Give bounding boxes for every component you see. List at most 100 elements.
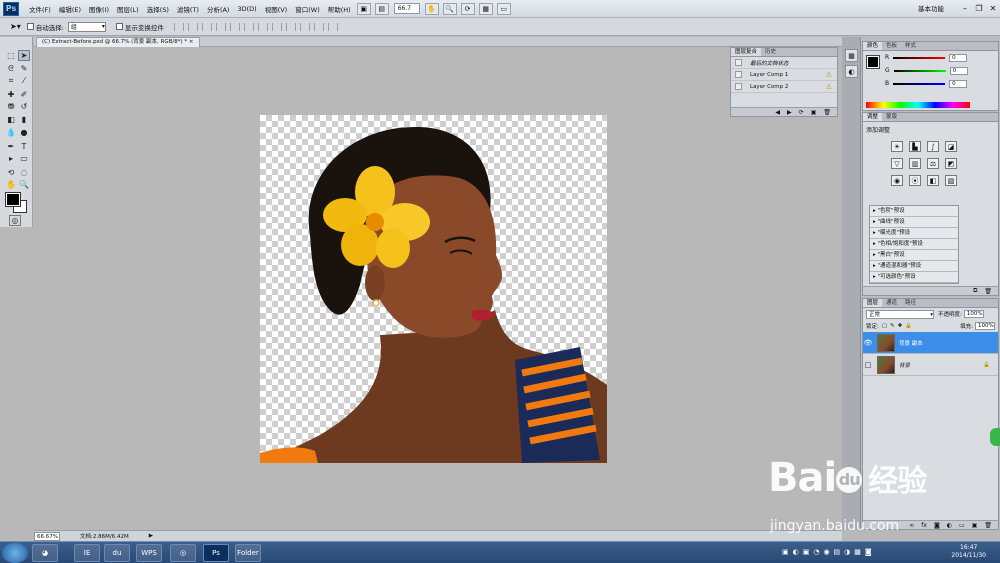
layer-row[interactable]: 👁 背景 副本 xyxy=(863,332,998,354)
new-layer-icon[interactable]: ▣ xyxy=(972,522,978,529)
new-item-icon[interactable]: ▣ xyxy=(811,109,817,116)
red-slider[interactable] xyxy=(893,56,946,59)
start-button[interactable] xyxy=(2,543,28,563)
tab-styles[interactable]: 样式 xyxy=(901,42,920,50)
menu-view[interactable]: 视图(V) xyxy=(261,4,292,14)
side-widget-icon[interactable] xyxy=(990,428,1000,446)
quick-select-tool-icon[interactable]: ✎ xyxy=(18,63,30,74)
quick-mask-icon[interactable]: ◎ xyxy=(9,215,21,226)
brush-preset-icon[interactable]: ◐ xyxy=(845,65,858,78)
align-icon[interactable] xyxy=(299,22,310,31)
app-icon-multicolor[interactable]: ◕ xyxy=(32,544,58,562)
link-icon[interactable]: ∞ xyxy=(909,522,914,529)
align-icon[interactable] xyxy=(215,22,226,31)
move-tool-icon[interactable]: ➤ xyxy=(18,50,30,61)
fill-field[interactable]: 100% xyxy=(975,322,995,330)
auto-select-checkbox[interactable] xyxy=(26,23,34,30)
marquee-tool-icon[interactable]: ⬚ xyxy=(5,50,17,61)
tab-history[interactable]: 历史 xyxy=(761,48,780,56)
delete-icon[interactable]: 🗑 xyxy=(823,109,831,116)
adjust-icon[interactable]: ◐ xyxy=(947,522,952,529)
eye-icon[interactable]: 👁 xyxy=(863,339,873,347)
levels-icon[interactable]: ▙ xyxy=(909,141,921,152)
menu-filter[interactable]: 滤镜(T) xyxy=(173,4,203,14)
history-brush-icon[interactable]: ↺ xyxy=(18,101,30,112)
color-spectrum[interactable] xyxy=(866,102,970,108)
tab-channels[interactable]: 通道 xyxy=(882,299,901,307)
menu-edit[interactable]: 编辑(E) xyxy=(55,4,85,14)
green-value[interactable]: 0 xyxy=(949,66,968,75)
restore-icon[interactable]: ❐ xyxy=(972,3,986,15)
ie-icon[interactable]: IE xyxy=(74,544,100,562)
menu-help[interactable]: 帮助(H) xyxy=(324,4,355,14)
list-item[interactable]: 最后的文档状态 xyxy=(731,57,837,69)
foreground-color-swatch[interactable] xyxy=(5,192,21,207)
align-icon[interactable] xyxy=(173,22,184,31)
gradient-tool-icon[interactable]: ▮ xyxy=(18,114,30,125)
3d-orbit-icon[interactable]: ◌ xyxy=(18,167,30,178)
curves-icon[interactable]: ∫ xyxy=(927,141,939,152)
align-icon[interactable] xyxy=(187,22,198,31)
clock[interactable]: 16:47 2014/11/30 xyxy=(951,544,986,560)
red-value[interactable]: 0 xyxy=(949,53,968,62)
align-icon[interactable] xyxy=(229,22,240,31)
close-icon[interactable]: ✕ xyxy=(986,3,1000,15)
menu-analysis[interactable]: 分析(A) xyxy=(203,4,234,14)
brightness-icon[interactable]: ☀ xyxy=(891,141,903,152)
tab-masks[interactable]: 蒙版 xyxy=(882,113,901,121)
align-icon[interactable] xyxy=(285,22,296,31)
close-tab-icon[interactable]: × xyxy=(189,39,194,45)
mask-icon[interactable]: ◙ xyxy=(934,522,940,529)
brush-tool-icon[interactable]: ✐ xyxy=(18,89,30,100)
invert-icon[interactable]: ◧ xyxy=(927,175,939,186)
move-tool-icon[interactable]: ➤▾ xyxy=(10,22,21,31)
auto-select-dropdown[interactable]: 组 ▾ xyxy=(67,21,106,32)
photoshop-task-icon[interactable]: Ps xyxy=(203,544,229,562)
comp-checkbox[interactable] xyxy=(735,71,742,78)
align-icon[interactable] xyxy=(257,22,268,31)
lock-icons[interactable]: ▢✎✚🔒 xyxy=(882,323,915,329)
menu-3d[interactable]: 3D(D) xyxy=(233,5,260,13)
type-tool-icon[interactable]: T xyxy=(18,141,30,152)
list-item[interactable]: ▸ "通道混和器"预设 xyxy=(870,261,958,272)
delete-icon[interactable]: 🗑 xyxy=(984,522,992,529)
clone-stamp-icon[interactable]: ⛃ xyxy=(5,101,17,112)
color-balance-icon[interactable]: ⚖ xyxy=(927,158,939,169)
view-extras-icon[interactable]: ▤ xyxy=(374,2,389,15)
list-item[interactable]: Layer Comp 1 ⚠ xyxy=(731,69,837,81)
align-icon[interactable] xyxy=(327,22,338,31)
zoom-tool-icon[interactable]: 🔍 xyxy=(442,2,457,15)
clip-icon[interactable]: ⧉ xyxy=(973,287,977,295)
healing-brush-icon[interactable]: ✚ xyxy=(5,89,17,100)
align-icon[interactable] xyxy=(243,22,254,31)
3d-rotate-icon[interactable]: ⟲ xyxy=(5,167,17,178)
tab-layers[interactable]: 图层 xyxy=(863,299,883,307)
posterize-icon[interactable]: ▧ xyxy=(945,175,957,186)
align-icon[interactable] xyxy=(313,22,324,31)
fx-icon[interactable]: fx xyxy=(921,522,927,529)
color-foreground-swatch[interactable] xyxy=(866,55,880,69)
previous-icon[interactable]: ◀ xyxy=(775,109,780,116)
align-icon[interactable] xyxy=(271,22,282,31)
palette-icon[interactable]: ▦ xyxy=(845,49,858,62)
rotate-view-icon[interactable]: ⟳ xyxy=(460,2,475,15)
hand-tool-icon[interactable]: ✋ xyxy=(5,179,17,190)
show-transform-checkbox[interactable] xyxy=(115,23,123,30)
folder-icon[interactable]: Folder xyxy=(235,544,261,562)
zoom-level-field[interactable]: 66.7 xyxy=(393,3,420,14)
tab-paths[interactable]: 路径 xyxy=(901,299,920,307)
list-item[interactable]: ▸ "色阶"预设 xyxy=(870,206,958,217)
baidu-icon[interactable]: du xyxy=(104,544,130,562)
document-tab[interactable]: (C) Extract-Before.psd @ 66.7% (背景 副本, R… xyxy=(36,37,200,47)
list-item[interactable]: ▸ "黑白"预设 xyxy=(870,250,958,261)
comp-checkbox[interactable] xyxy=(735,83,742,90)
workspace-selector[interactable]: 基本功能 xyxy=(918,3,944,15)
crop-tool-icon[interactable]: ⌗ xyxy=(5,75,17,86)
tab-color[interactable]: 颜色 xyxy=(863,42,883,50)
eyedropper-tool-icon[interactable]: ⁄ xyxy=(18,75,30,86)
delete-icon[interactable]: 🗑 xyxy=(984,288,992,295)
blend-mode-dropdown[interactable]: 正常 ▾ xyxy=(866,309,934,319)
opacity-field[interactable]: 100% xyxy=(963,310,984,318)
menu-image[interactable]: 图像(I) xyxy=(85,4,113,14)
folder-icon[interactable]: ▭ xyxy=(959,522,965,529)
